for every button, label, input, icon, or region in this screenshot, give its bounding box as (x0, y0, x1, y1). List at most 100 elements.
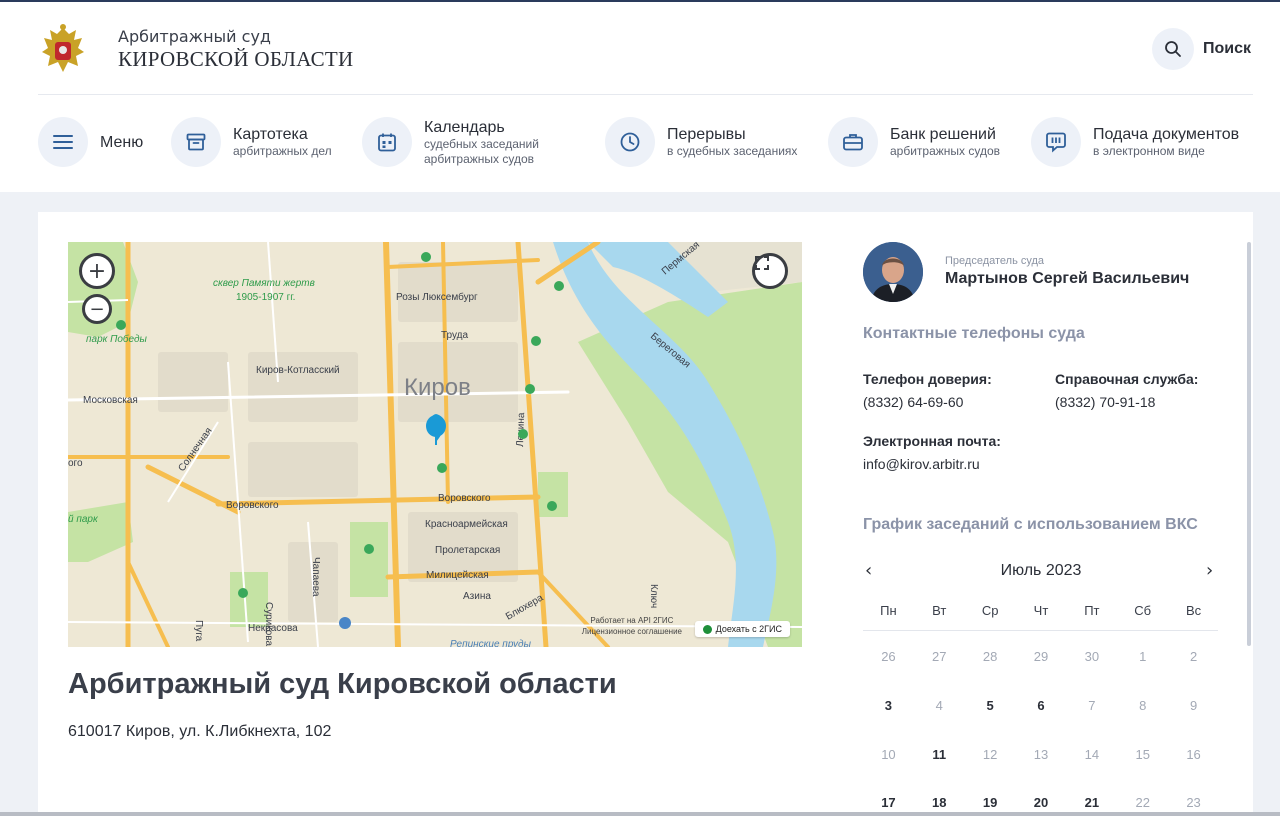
taskbar-strip (0, 812, 1280, 816)
map-label-rozy: Розы Люксембург (396, 291, 478, 303)
calendar-day[interactable]: 10 (863, 747, 914, 762)
coat-of-arms-icon[interactable] (38, 22, 88, 76)
map-label-milic: Милицейская (426, 570, 489, 581)
route-2gis-label[interactable]: Доехать с 2ГИС (716, 624, 782, 634)
calendar-day[interactable]: 21 (1066, 795, 1117, 810)
map-attribution-api[interactable]: Работает на API 2ГИС (582, 615, 682, 626)
site-header: Арбитражный суд КИРОВСКОЙ ОБЛАСТИ Поиск … (0, 2, 1280, 192)
nav-e-filing-title[interactable]: Подача документов (1093, 125, 1239, 144)
calendar-month: Июль 2023 (1000, 562, 1082, 579)
calendar-week-4: 17 18 19 20 21 22 23 (863, 795, 1219, 810)
calendar-day[interactable]: 11 (914, 747, 965, 762)
calendar-day[interactable]: 28 (965, 649, 1016, 664)
calendar-week-1: 26 27 28 29 30 1 2 (863, 649, 1219, 664)
calendar-icon[interactable] (362, 117, 412, 167)
map-label-oro: ого (68, 458, 83, 469)
map-attribution-license[interactable]: Лицензионное соглашение (582, 626, 682, 637)
calendar-day[interactable]: 6 (1016, 698, 1067, 713)
nav-calendar[interactable]: Календарь судебных заседаний арбитражных… (362, 117, 539, 167)
calendar-day[interactable]: 30 (1066, 649, 1117, 664)
map-label-klyuch: Ключ (648, 584, 659, 608)
nav-breaks[interactable]: Перерывы в судебных заседаниях (605, 117, 797, 167)
search-button[interactable]: Поиск (1152, 28, 1251, 70)
nav-decisions-bank[interactable]: Банк решений арбитражных судов (828, 117, 1000, 167)
nav-case-files-title[interactable]: Картотека (233, 125, 332, 144)
calendar-day[interactable]: 13 (1016, 747, 1067, 762)
calendar-next-button[interactable]: › (1206, 560, 1213, 581)
calendar-day[interactable]: 15 (1117, 747, 1168, 762)
nav-e-filing-subtitle: в электронном виде (1093, 144, 1205, 158)
map-label-proletar: Пролетарская (435, 545, 500, 556)
calendar-day[interactable]: 14 (1066, 747, 1117, 762)
org-name: Арбитражный суд Кировской области (68, 668, 617, 700)
nav-case-files[interactable]: Картотека арбитражных дел (171, 117, 332, 167)
fullscreen-button[interactable] (752, 253, 788, 289)
info-phone-value[interactable]: (8332) 70-91-18 (1055, 394, 1155, 410)
nav-breaks-title[interactable]: Перерывы (667, 125, 797, 144)
vks-schedule-title: График заседаний с использованием ВКС (863, 516, 1198, 533)
clock-icon[interactable] (605, 117, 655, 167)
map-label-pugach: Пуга (193, 620, 204, 642)
chairman-avatar[interactable] (863, 242, 923, 302)
calendar-week-3: 10 11 12 13 14 15 16 (863, 747, 1219, 762)
calendar-day[interactable]: 19 (965, 795, 1016, 810)
trust-phone-value[interactable]: (8332) 64-69-60 (863, 394, 963, 410)
court-title[interactable]: КИРОВСКОЙ ОБЛАСТИ (118, 47, 354, 72)
calendar-day[interactable]: 16 (1168, 747, 1219, 762)
nav-breaks-subtitle: в судебных заседаниях (667, 144, 798, 158)
search-label[interactable]: Поиск (1203, 40, 1251, 58)
calendar-day[interactable]: 17 (863, 795, 914, 810)
nav-menu[interactable]: Меню (38, 117, 143, 167)
map-label-square: сквер Памяти жертв (213, 278, 315, 289)
calendar-day[interactable]: 26 (863, 649, 914, 664)
nav-calendar-title[interactable]: Календарь (424, 118, 539, 137)
email-value[interactable]: info@kirov.arbitr.ru (863, 456, 980, 472)
info-phone-label: Справочная служба: (1055, 371, 1199, 387)
chat-bubble-icon[interactable] (1031, 117, 1081, 167)
map-label-vorovskogo-left: Воровского (226, 500, 279, 511)
right-column-scrollbar[interactable] (1247, 242, 1251, 646)
header-divider (38, 94, 1253, 95)
calendar-weekdays: Пн Вт Ср Чт Пт Сб Вс (863, 603, 1219, 618)
calendar-day[interactable]: 5 (965, 698, 1016, 713)
archive-box-icon[interactable] (171, 117, 221, 167)
map-label-chapaeva: Чапаева (310, 557, 321, 597)
map-label-vorovskogo-right: Воровского (438, 493, 491, 504)
calendar-prev-button[interactable]: ‹ (865, 560, 872, 581)
city-map[interactable]: сквер Памяти жертв 1905-1907 гг. парк По… (68, 242, 802, 647)
calendar-day[interactable]: 2 (1168, 649, 1219, 664)
menu-icon[interactable] (38, 117, 88, 167)
calendar-day[interactable]: 8 (1117, 698, 1168, 713)
zoom-in-button[interactable]: + (79, 253, 115, 289)
map-graphic[interactable]: сквер Памяти жертв 1905-1907 гг. парк По… (68, 242, 802, 647)
map-label-azina: Азина (463, 591, 491, 602)
nav-case-files-subtitle: арбитражных дел (233, 144, 332, 158)
route-2gis-button[interactable]: Доехать с 2ГИС (694, 621, 790, 637)
map-attribution[interactable]: Работает на API 2ГИС Лицензионное соглаш… (582, 615, 682, 637)
calendar-day[interactable]: 12 (965, 747, 1016, 762)
search-icon[interactable] (1152, 28, 1194, 70)
calendar-day[interactable]: 22 (1117, 795, 1168, 810)
zoom-out-button[interactable]: − (82, 294, 112, 324)
weekday-sat: Сб (1134, 603, 1152, 618)
weekday-sun: Вс (1185, 603, 1202, 618)
calendar-day[interactable]: 23 (1168, 795, 1219, 810)
fullscreen-icon (755, 256, 769, 270)
calendar-day[interactable]: 3 (863, 698, 914, 713)
briefcase-icon[interactable] (828, 117, 878, 167)
nav-menu-title[interactable]: Меню (100, 133, 143, 152)
nav-e-filing[interactable]: Подача документов в электронном виде (1031, 117, 1239, 167)
calendar-day[interactable]: 1 (1117, 649, 1168, 664)
calendar-day[interactable]: 7 (1066, 698, 1117, 713)
calendar-day[interactable]: 18 (914, 795, 965, 810)
weekday-tue: Вт (932, 603, 947, 618)
map-label-kirov-kotlassky: Киров-Котласский (256, 365, 340, 376)
calendar-day[interactable]: 9 (1168, 698, 1219, 713)
org-address: 610017 Киров, ул. К.Либкнехта, 102 (68, 723, 332, 740)
calendar-day[interactable]: 4 (914, 698, 965, 713)
calendar-day[interactable]: 20 (1016, 795, 1067, 810)
calendar-day[interactable]: 29 (1016, 649, 1067, 664)
chairman-name[interactable]: Мартынов Сергей Васильевич (945, 270, 1189, 288)
calendar-day[interactable]: 27 (914, 649, 965, 664)
nav-decisions-bank-title[interactable]: Банк решений (890, 125, 1000, 144)
